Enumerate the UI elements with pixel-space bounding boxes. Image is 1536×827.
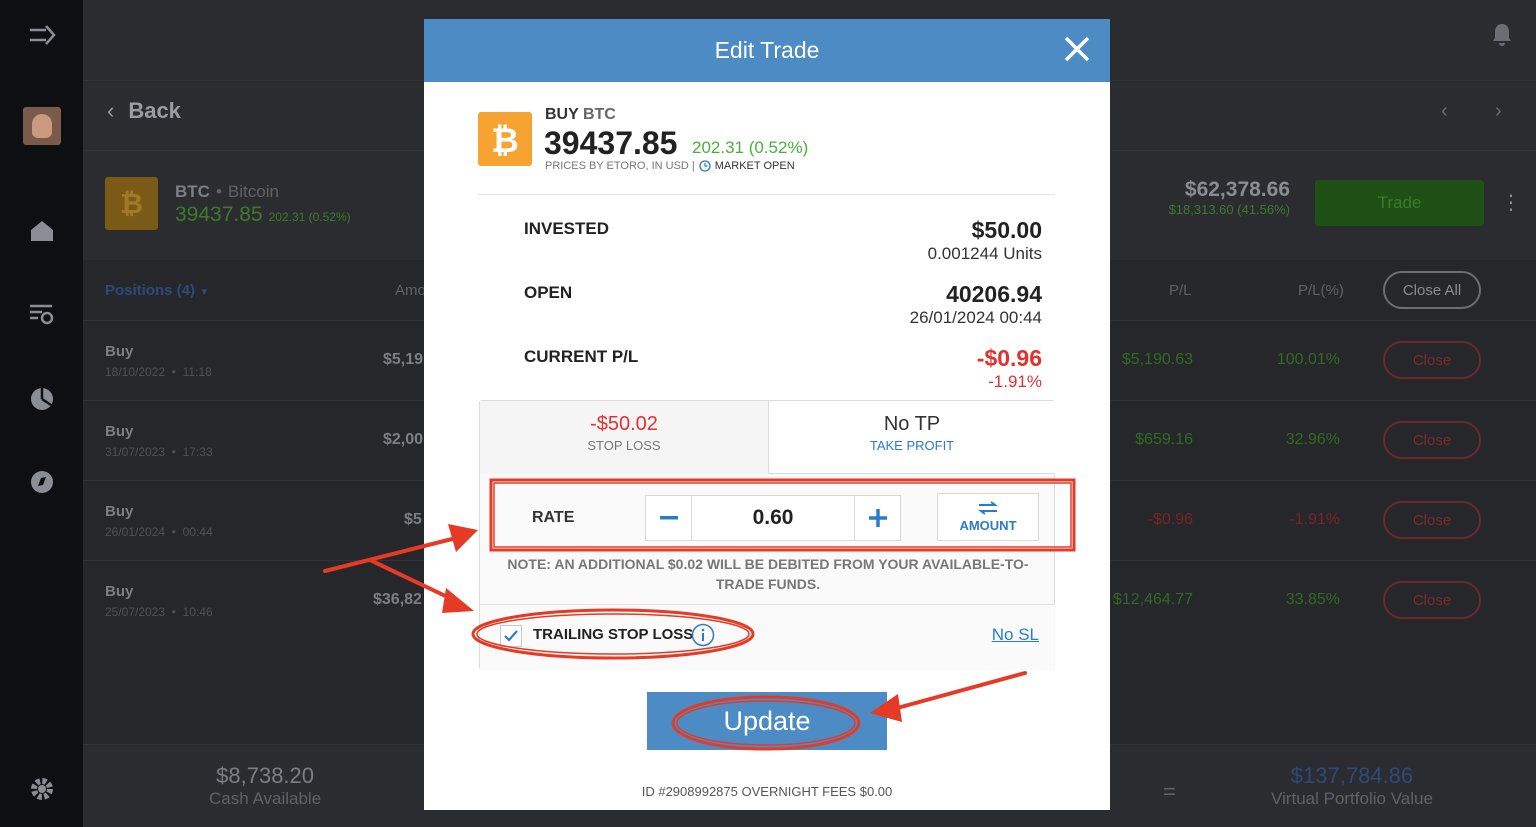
rate-stepper: 0.60 xyxy=(645,495,901,541)
next-chevron-icon[interactable]: › xyxy=(1495,100,1502,123)
equals-sign: = xyxy=(1163,779,1176,804)
switch-to-amount-button[interactable]: AMOUNT xyxy=(937,493,1039,541)
rate-input[interactable]: 0.60 xyxy=(692,496,854,540)
back-label: Back xyxy=(128,98,181,123)
portfolio-icon[interactable] xyxy=(0,386,83,412)
minus-icon xyxy=(659,516,678,520)
settings-gear-icon[interactable] xyxy=(0,776,83,802)
modal-title: Edit Trade xyxy=(424,19,1110,82)
trade-direction: BUY BTC xyxy=(545,106,616,123)
column-amount: Amo xyxy=(395,282,426,299)
column-pl-percent: P/L(%) xyxy=(1298,282,1344,299)
current-pl-label: CURRENT P/L xyxy=(524,347,639,366)
close-position-button[interactable]: Close xyxy=(1383,421,1481,459)
equity-summary: $62,378.66 $18,313.60 (41.56%) xyxy=(1168,178,1290,217)
clock-icon xyxy=(699,160,711,172)
asset-price: 39437.85 202.31 (0.52%) xyxy=(175,203,351,226)
caret-down-icon: ▼ xyxy=(199,287,210,298)
close-position-button[interactable]: Close xyxy=(1383,581,1481,619)
open-value: 40206.94 26/01/2024 00:44 xyxy=(909,281,1042,327)
positions-dropdown[interactable]: Positions (4) ▼ xyxy=(105,282,209,299)
svg-text:₿: ₿ xyxy=(491,121,519,159)
close-position-button[interactable]: Close xyxy=(1383,341,1481,379)
previous-chevron-icon[interactable]: ‹ xyxy=(1441,100,1448,123)
plus-icon xyxy=(868,509,887,527)
no-sl-link[interactable]: No SL xyxy=(992,625,1039,645)
expand-menu-icon[interactable] xyxy=(0,24,83,46)
update-button[interactable]: Update xyxy=(647,692,887,750)
tab-stop-loss[interactable]: -$50.02 STOP LOSS xyxy=(480,401,768,474)
left-nav xyxy=(0,0,83,827)
cash-available: $8,738.20 Cash Available xyxy=(209,763,322,808)
trade-button[interactable]: Trade xyxy=(1315,180,1484,226)
btc-logo-icon: ₿ xyxy=(105,177,158,230)
trailing-stop-loss-row: TRAILING STOP LOSS No SL xyxy=(480,604,1055,670)
trailing-stop-loss-label: TRAILING STOP LOSS xyxy=(533,626,694,643)
home-icon[interactable] xyxy=(0,218,83,244)
price-source: PRICES BY ETORO, IN USD | MARKET OPEN xyxy=(545,160,795,172)
more-options-icon[interactable]: ⋮ xyxy=(1501,190,1521,215)
info-icon[interactable] xyxy=(691,623,715,652)
debit-note: NOTE: AN ADDITIONAL $0.02 WILL BE DEBITE… xyxy=(507,556,1029,592)
discover-icon[interactable] xyxy=(0,469,83,495)
trade-id-footer: ID #2908992875 OVERNIGHT FEES $0.00 xyxy=(641,784,893,799)
back-button[interactable]: ‹ Back xyxy=(107,98,181,124)
watchlist-icon[interactable] xyxy=(0,303,83,325)
edit-trade-modal: Edit Trade ₿ BUY BTC 39437.85 202.31 (0.… xyxy=(424,19,1110,810)
checkmark-icon xyxy=(504,630,518,642)
invested-value: $50.00 0.001244 Units xyxy=(927,217,1042,263)
open-label: OPEN xyxy=(524,283,573,302)
current-pl-value: -$0.96 -1.91% xyxy=(976,345,1042,391)
invested-label: INVESTED xyxy=(524,219,610,238)
close-icon[interactable] xyxy=(1062,34,1092,69)
trailing-stop-loss-checkbox[interactable] xyxy=(500,625,522,647)
divider xyxy=(478,194,1055,195)
swap-arrows-icon xyxy=(978,501,998,515)
price-change: 202.31 (0.52%) xyxy=(692,138,809,157)
tab-take-profit[interactable]: No TP TAKE PROFIT xyxy=(768,401,1055,474)
decrease-rate-button[interactable] xyxy=(646,496,692,540)
increase-rate-button[interactable] xyxy=(854,496,900,540)
current-price: 39437.85 xyxy=(544,125,678,161)
notifications-bell-icon[interactable] xyxy=(1491,22,1513,51)
asset-name: BTC • Bitcoin xyxy=(175,182,279,201)
column-pl: P/L xyxy=(1169,282,1192,299)
market-status: MARKET OPEN xyxy=(714,160,795,172)
close-all-button[interactable]: Close All xyxy=(1383,271,1481,309)
close-position-button[interactable]: Close xyxy=(1383,501,1481,539)
chevron-left-icon: ‹ xyxy=(107,98,115,123)
rate-label: RATE xyxy=(532,509,575,526)
bitcoin-logo-icon: ₿ xyxy=(478,112,532,166)
virtual-portfolio-value: $137,784.86 Virtual Portfolio Value xyxy=(1271,763,1433,808)
avatar[interactable] xyxy=(0,107,83,145)
stop-loss-panel: -$50.02 STOP LOSS No TP TAKE PROFIT RATE… xyxy=(479,400,1055,670)
